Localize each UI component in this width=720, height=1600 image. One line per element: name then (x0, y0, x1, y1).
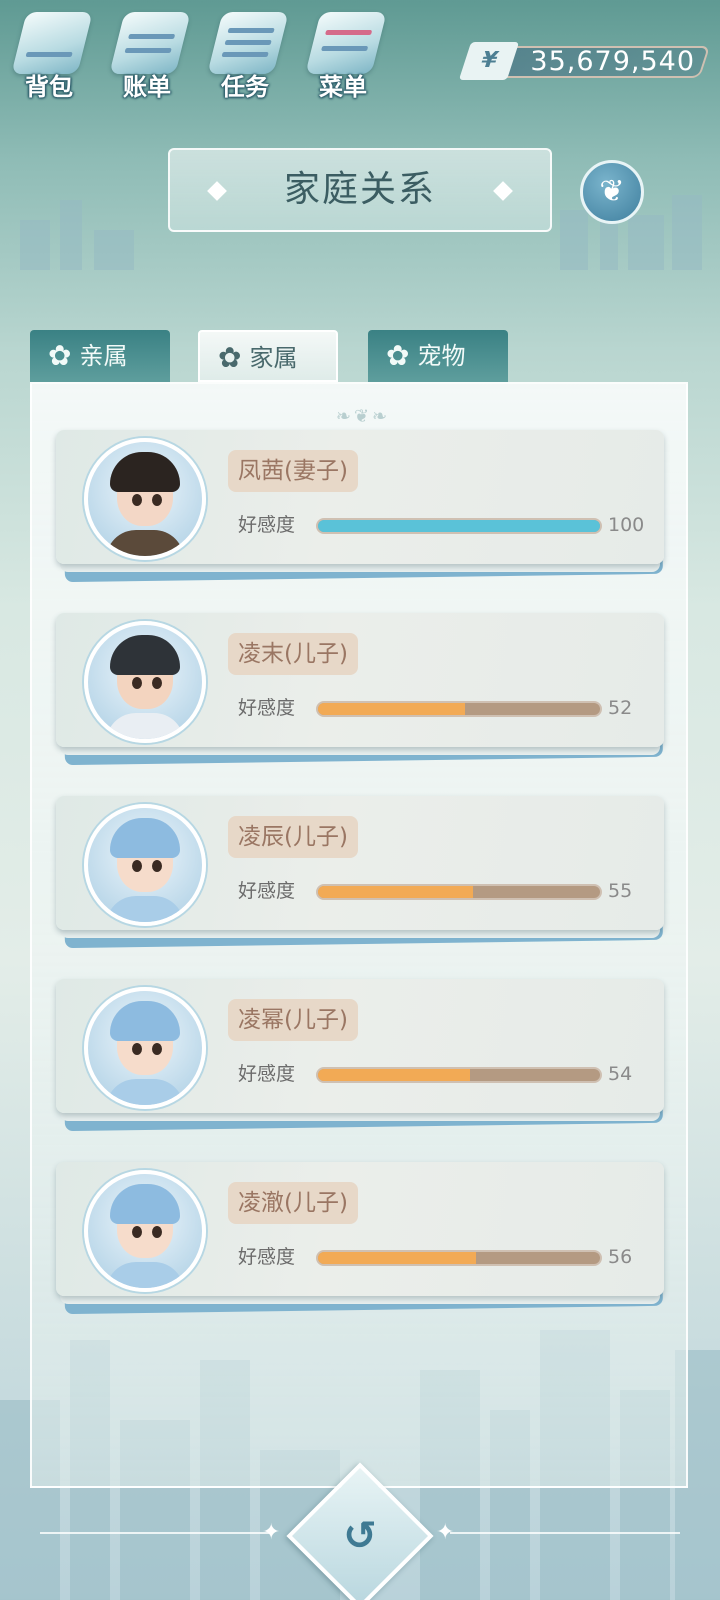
avatar[interactable] (84, 1170, 206, 1292)
affection-value: 52 (608, 697, 633, 719)
task-button[interactable]: 任务 (200, 10, 290, 102)
member-name: 凌幂(儿子) (228, 999, 358, 1041)
avatar[interactable] (84, 438, 206, 560)
menu-button[interactable]: 菜单 (298, 10, 388, 102)
affection-label: 好感度 (238, 880, 296, 902)
bill-label: 账单 (123, 73, 171, 101)
member-card[interactable]: 凌幂(儿子) 好感度 54 (56, 979, 664, 1132)
flower-icon: ✿ (48, 339, 72, 372)
affection-bar-fill (318, 520, 600, 532)
affection-bar-fill (318, 1069, 471, 1081)
card-face: 凤茜(妻子) 好感度 100 (56, 430, 664, 564)
top-bar: 背包 账单 任务 菜单 ¥ 35,679,540 (0, 0, 720, 110)
back-arrow-icon: ↺ (343, 1513, 377, 1559)
page-title-text: 家庭关系 (283, 169, 436, 210)
diamond-decoration-left (207, 181, 227, 201)
tab-relatives[interactable]: ✿ 亲属 (30, 330, 170, 382)
tab-pets-label: 宠物 (417, 342, 466, 370)
ornament-decoration: ❧❦❧ (335, 406, 391, 427)
bill-button[interactable]: 账单 (102, 10, 192, 102)
diamond-decoration-right (493, 181, 513, 201)
family-tree-icon: ❦ (599, 174, 625, 209)
affection-bar-fill (318, 886, 474, 898)
affection-value: 56 (608, 1246, 633, 1268)
flower-icon: ✿ (218, 341, 242, 374)
money-display: ¥ 35,679,540 (458, 42, 711, 82)
affection-value: 100 (608, 514, 645, 536)
task-label: 任务 (221, 73, 269, 101)
menu-label: 菜单 (319, 73, 367, 101)
flower-icon: ✿ (386, 339, 410, 372)
card-face: 凌澈(儿子) 好感度 56 (56, 1162, 664, 1296)
menu-icon (305, 12, 387, 74)
sparkle-icon-right: ✦ (436, 1520, 455, 1545)
divider-right (450, 1532, 680, 1534)
avatar[interactable] (84, 621, 206, 743)
member-card[interactable]: 凌末(儿子) 好感度 52 (56, 613, 664, 766)
affection-bar (316, 701, 602, 717)
affection-bar (316, 1067, 602, 1083)
affection-label: 好感度 (238, 1063, 296, 1085)
member-name: 凌澈(儿子) (228, 1182, 358, 1224)
card-face: 凌辰(儿子) 好感度 55 (56, 796, 664, 930)
backpack-icon (11, 12, 93, 74)
affection-bar-fill (318, 1252, 476, 1264)
member-card[interactable]: 凌澈(儿子) 好感度 56 (56, 1162, 664, 1315)
affection-label: 好感度 (238, 1246, 296, 1268)
member-name: 凌辰(儿子) (228, 816, 358, 858)
affection-bar-fill (318, 703, 465, 715)
tab-pets[interactable]: ✿ 宠物 (368, 330, 508, 382)
card-face: 凌末(儿子) 好感度 52 (56, 613, 664, 747)
task-icon (207, 12, 289, 74)
affection-value: 55 (608, 880, 633, 902)
affection-value: 54 (608, 1063, 633, 1085)
tab-relatives-label: 亲属 (79, 342, 128, 370)
member-card[interactable]: 凌辰(儿子) 好感度 55 (56, 796, 664, 949)
affection-bar (316, 884, 602, 900)
tab-family-label: 家属 (249, 344, 298, 372)
affection-bar (316, 518, 602, 534)
affection-label: 好感度 (238, 514, 296, 536)
affection-label: 好感度 (238, 697, 296, 719)
avatar[interactable] (84, 804, 206, 926)
bill-icon (109, 12, 191, 74)
divider-left (40, 1532, 270, 1534)
member-card[interactable]: 凤茜(妻子) 好感度 100 (56, 430, 664, 583)
affection-bar (316, 1250, 602, 1266)
family-tree-button[interactable]: ❦ (580, 160, 644, 224)
card-face: 凌幂(儿子) 好感度 54 (56, 979, 664, 1113)
avatar[interactable] (84, 987, 206, 1109)
money-value: 35,679,540 (530, 46, 695, 77)
backpack-button[interactable]: 背包 (4, 10, 94, 102)
backpack-label: 背包 (25, 73, 73, 101)
tab-family[interactable]: ✿ 家属 (198, 330, 338, 382)
sparkle-icon-left: ✦ (262, 1520, 281, 1545)
page-title: 家庭关系 (168, 148, 552, 232)
member-name: 凤茜(妻子) (228, 450, 358, 492)
member-name: 凌末(儿子) (228, 633, 358, 675)
